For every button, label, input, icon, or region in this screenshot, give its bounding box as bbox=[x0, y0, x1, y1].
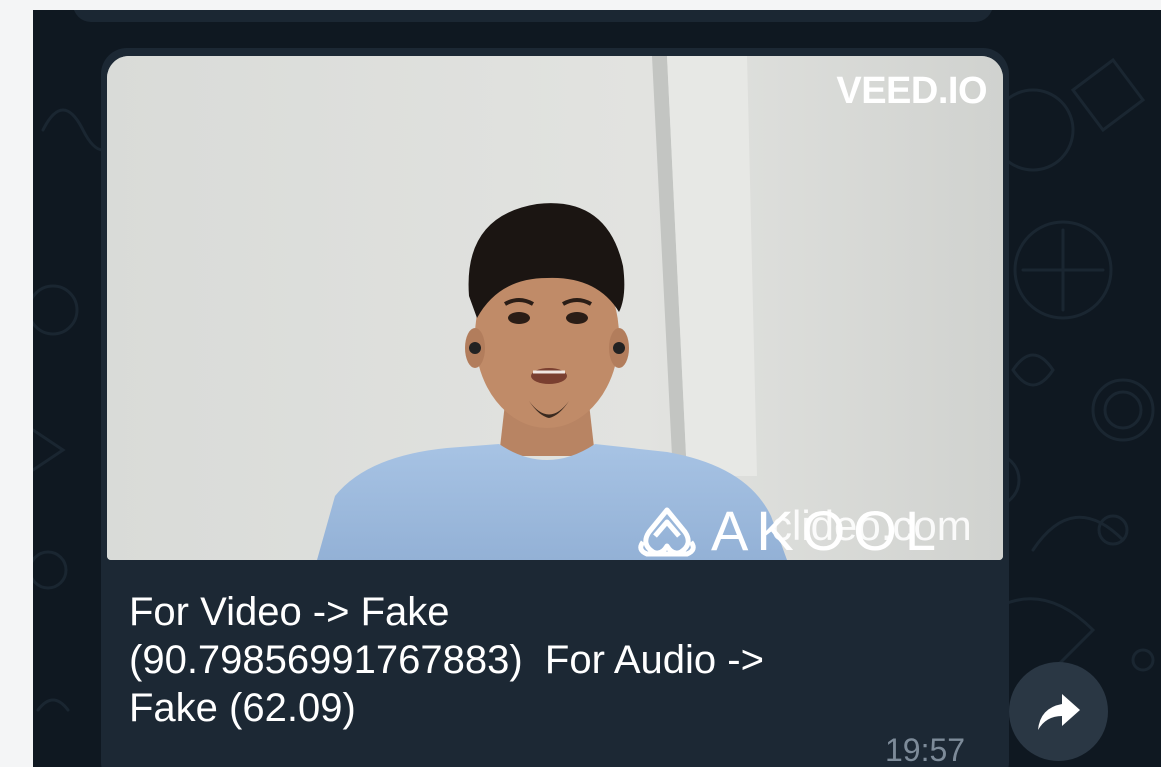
forward-button[interactable] bbox=[1009, 662, 1108, 761]
caption-line: (90.79856991767883) For Audio -> bbox=[129, 638, 764, 682]
clideo-watermark: clideo.com bbox=[771, 502, 972, 549]
chat-screen: VEED.IO AKOOL clideo.com For Video -> Fa… bbox=[0, 0, 1161, 767]
video-thumbnail[interactable]: VEED.IO AKOOL clideo.com bbox=[107, 56, 1003, 560]
caption-line: Fake (62.09) bbox=[129, 686, 356, 730]
previous-message-bubble bbox=[73, 10, 993, 22]
veed-watermark: VEED.IO bbox=[836, 70, 987, 112]
message-timestamp: 19:57 bbox=[885, 732, 966, 767]
message-bubble[interactable]: VEED.IO AKOOL clideo.com For Video -> Fa… bbox=[101, 48, 1009, 767]
caption-line: For Video -> Fake bbox=[129, 590, 450, 634]
video-frame bbox=[107, 56, 1003, 560]
akool-logo-icon bbox=[638, 507, 696, 557]
forward-arrow-icon bbox=[1037, 693, 1080, 730]
message-caption: For Video -> Fake (90.79856991767883) Fo… bbox=[129, 588, 949, 732]
